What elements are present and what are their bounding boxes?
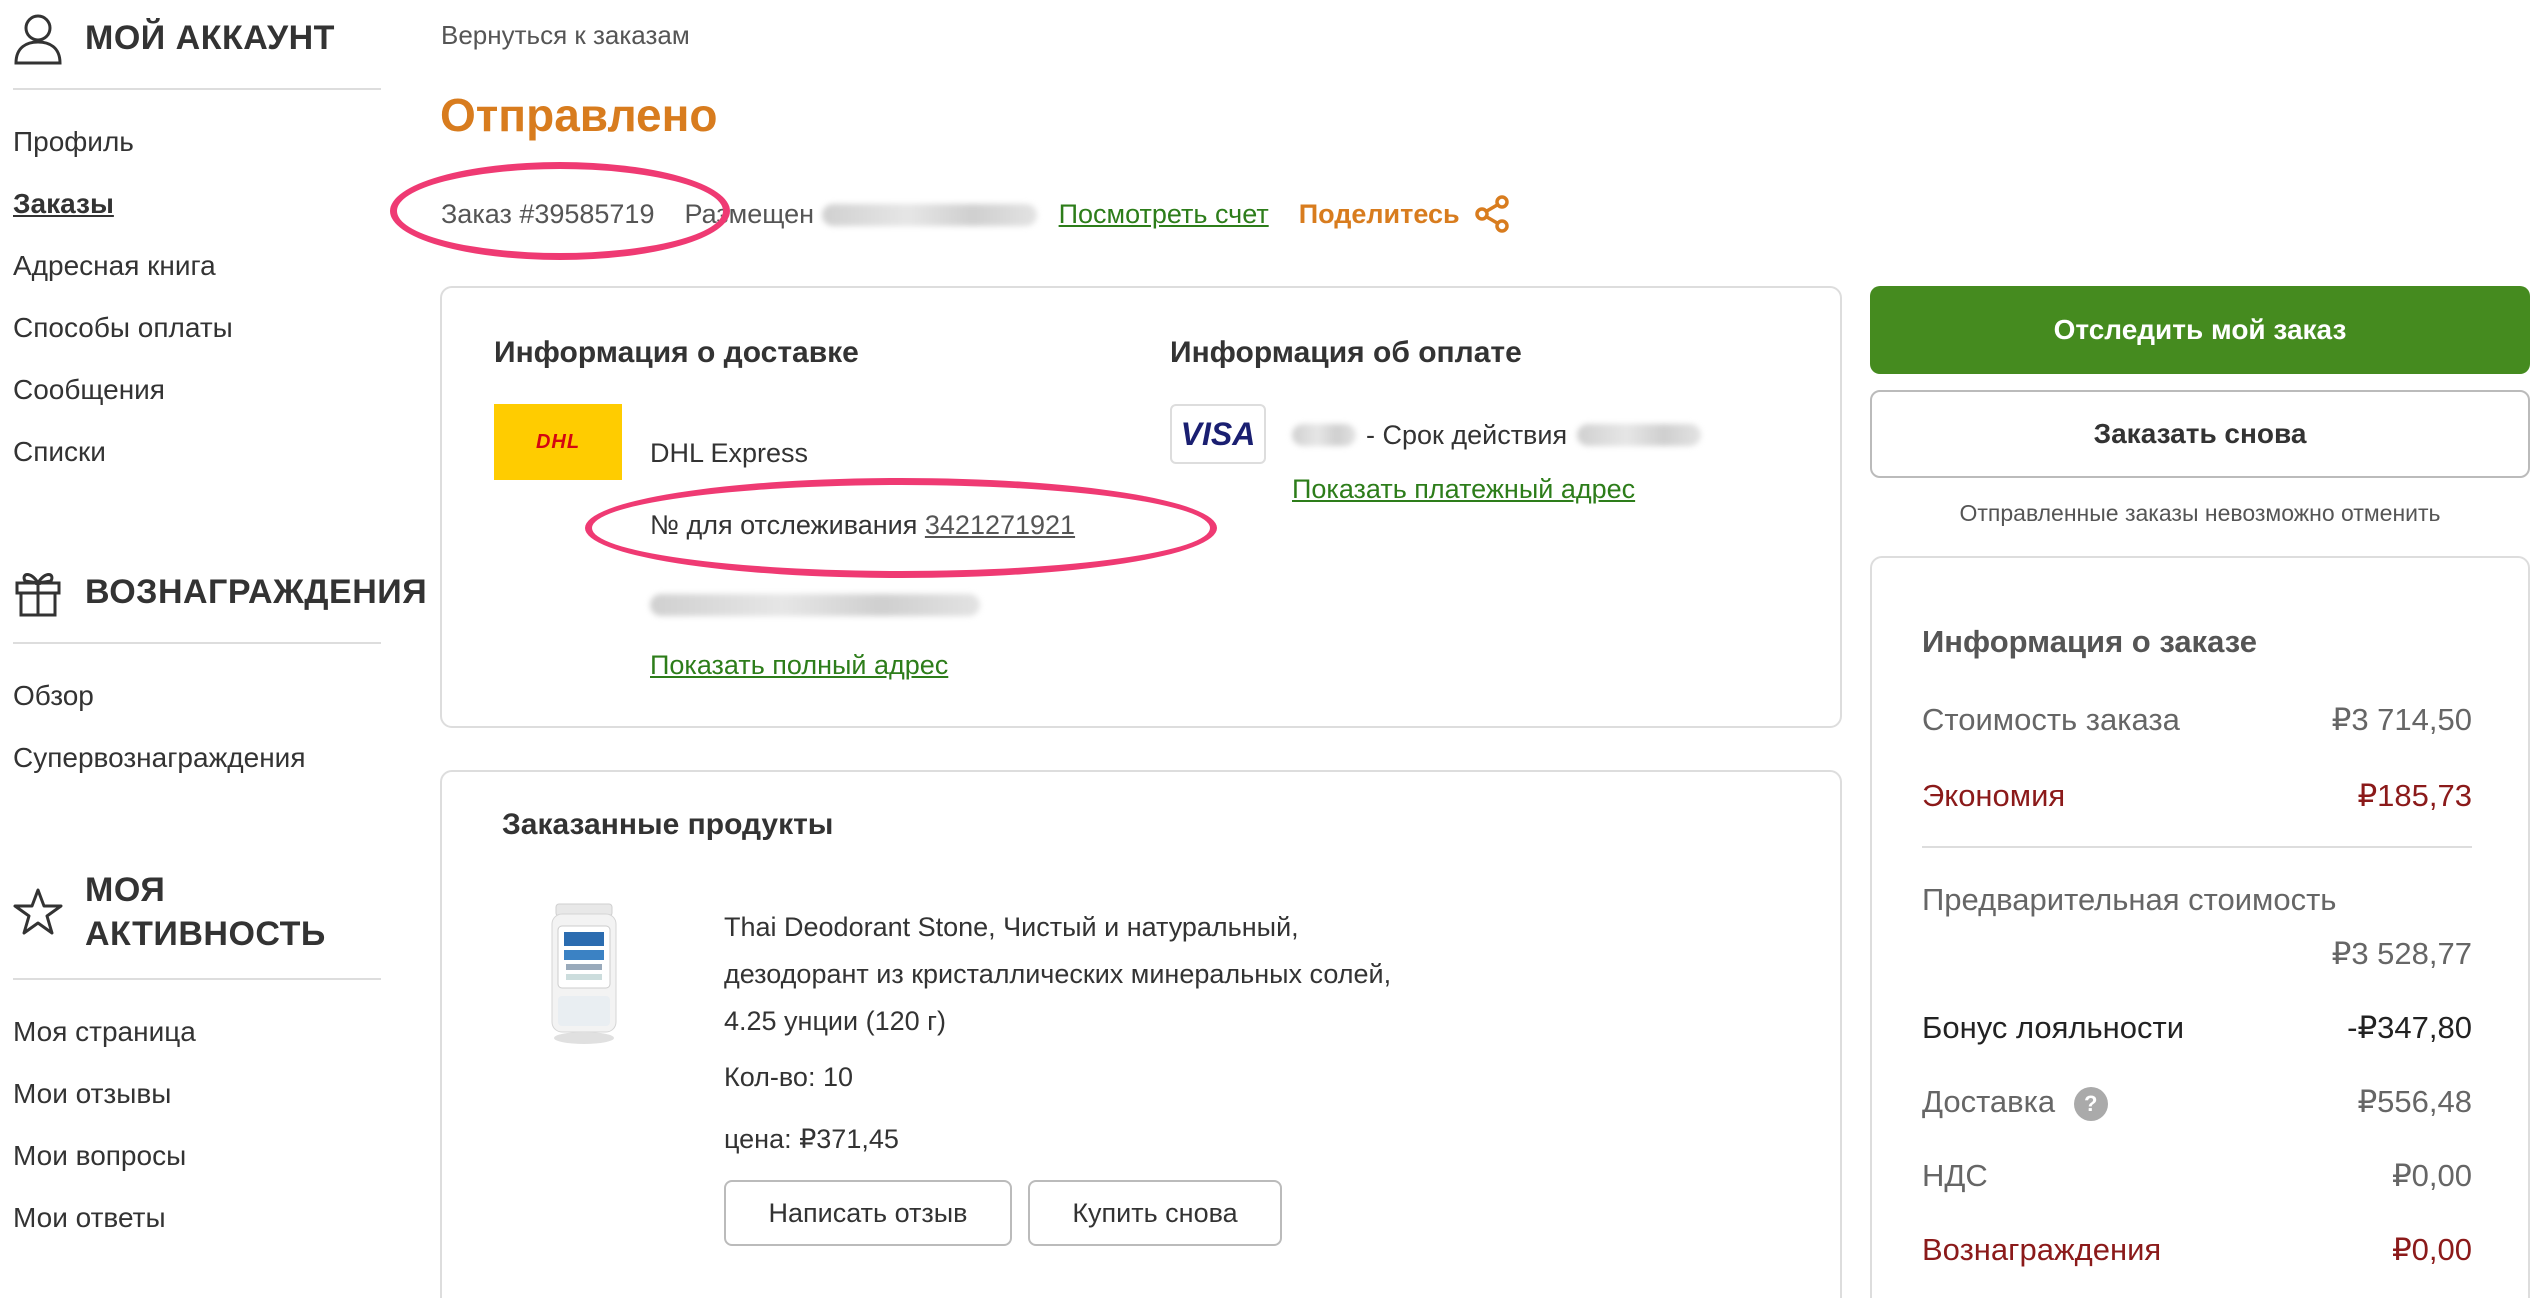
- sidebar-item-my-questions[interactable]: Мои вопросы: [13, 1138, 186, 1174]
- card-expiry: - Срок действия: [1292, 418, 1702, 452]
- dhl-logo-text: DHL: [535, 430, 581, 453]
- product-name-line1: Thai Deodorant Stone, Чистый и натуральн…: [724, 912, 1299, 942]
- product-quantity: Кол-во: 10: [724, 1062, 853, 1092]
- back-to-orders-link[interactable]: Вернуться к заказам: [441, 18, 690, 52]
- summary-divider: [1922, 846, 2472, 848]
- cancel-note: Отправленные заказы невозможно отменить: [1959, 500, 2441, 526]
- loyalty-value: -₽347,80: [2347, 1010, 2472, 1045]
- rewards-label: Вознаграждения: [1922, 1232, 2162, 1267]
- user-icon: [13, 10, 65, 66]
- redacted-expiry: [1577, 424, 1702, 446]
- vat-value: ₽0,00: [2391, 1158, 2472, 1193]
- sidebar-item-my-answers[interactable]: Мои ответы: [13, 1200, 166, 1236]
- ordered-products-title: Заказанные продукты: [502, 808, 834, 841]
- placed-date: Размещен: [684, 199, 1037, 230]
- reorder-button[interactable]: Заказать снова: [1870, 390, 2530, 478]
- account-section-header: МОЙ АККАУНТ: [13, 10, 335, 66]
- sidebar-item-my-reviews[interactable]: Мои отзывы: [13, 1076, 171, 1112]
- order-cost-value: ₽3 714,50: [2331, 702, 2472, 737]
- expiry-label: - Срок действия: [1366, 420, 1568, 450]
- product-price: цена: ₽371,45: [724, 1124, 899, 1154]
- track-order-button[interactable]: Отследить мой заказ: [1870, 286, 2530, 374]
- divider: [13, 978, 381, 980]
- tracking-number-highlight: [585, 478, 1217, 578]
- rewards-section-header: ВОЗНАГРАЖДЕНИЯ: [13, 564, 427, 620]
- buy-again-button[interactable]: Купить снова: [1028, 1180, 1282, 1246]
- savings-label: Экономия: [1922, 778, 2066, 813]
- sidebar-item-overview[interactable]: Обзор: [13, 678, 94, 714]
- subtotal-label: Предварительная стоимость: [1922, 882, 2337, 917]
- dhl-logo: DHL: [494, 404, 622, 480]
- rewards-section-title: ВОЗНАГРАЖДЕНИЯ: [85, 573, 428, 611]
- share-icon: [1474, 195, 1509, 233]
- order-status-title: Отправлено: [440, 89, 718, 141]
- summary-row-savings: Экономия ₽185,73: [1922, 776, 2472, 816]
- payment-info-title: Информация об оплате: [1170, 336, 1522, 369]
- divider: [13, 642, 381, 644]
- delivery-info-title: Информация о доставке: [494, 336, 859, 369]
- savings-value: ₽185,73: [2357, 778, 2472, 813]
- write-review-button[interactable]: Написать отзыв: [724, 1180, 1012, 1246]
- redacted-address: [650, 594, 980, 616]
- show-billing-address-link[interactable]: Показать платежный адрес: [1292, 472, 1635, 506]
- show-full-address-link[interactable]: Показать полный адрес: [650, 648, 948, 682]
- sidebar-item-messages[interactable]: Сообщения: [13, 372, 165, 408]
- sidebar-item-my-page[interactable]: Моя страница: [13, 1014, 196, 1050]
- order-summary-title: Информация о заказе: [1922, 624, 2257, 659]
- redacted-card-number: [1292, 424, 1356, 446]
- activity-section-title: МОЯ АКТИВНОСТЬ: [85, 868, 326, 956]
- activity-section-header: МОЯ АКТИВНОСТЬ: [13, 868, 326, 956]
- summary-row-order-cost: Стоимость заказа ₽3 714,50: [1922, 700, 2472, 740]
- order-cost-label: Стоимость заказа: [1922, 702, 2180, 737]
- summary-row-loyalty: Бонус лояльности -₽347,80: [1922, 1008, 2472, 1048]
- share-button[interactable]: Поделитесь: [1299, 195, 1510, 233]
- divider: [13, 88, 381, 90]
- visa-logo-text: VISA: [1180, 415, 1256, 452]
- product-image[interactable]: [536, 898, 632, 1048]
- sidebar-item-orders[interactable]: Заказы: [13, 186, 114, 222]
- redacted-date: [821, 204, 1037, 227]
- product-name-line2: дезодорант из кристаллических минеральны…: [724, 959, 1392, 989]
- gift-icon: [13, 564, 65, 620]
- view-invoice-link[interactable]: Посмотреть счет: [1059, 199, 1269, 230]
- help-icon[interactable]: ?: [2073, 1086, 2108, 1121]
- order-number-highlight: [390, 162, 730, 260]
- sidebar-item-super-rewards[interactable]: Супервознаграждения: [13, 740, 305, 776]
- carrier-name: DHL Express: [650, 438, 809, 468]
- summary-row-vat: НДС ₽0,00: [1922, 1156, 2472, 1196]
- account-section-title: МОЙ АККАУНТ: [85, 19, 335, 57]
- shipping-value: ₽556,48: [2357, 1084, 2472, 1119]
- product-name-line3: 4.25 унции (120 г): [724, 1006, 946, 1036]
- shipping-label: Доставка: [1922, 1084, 2056, 1119]
- sidebar-item-payment-methods[interactable]: Способы оплаты: [13, 310, 233, 346]
- vat-label: НДС: [1922, 1158, 1988, 1193]
- loyalty-label: Бонус лояльности: [1922, 1010, 2185, 1045]
- star-icon: [13, 884, 65, 940]
- share-label: Поделитесь: [1298, 198, 1460, 229]
- activity-title-line1: МОЯ: [85, 871, 166, 909]
- sidebar-item-address-book[interactable]: Адресная книга: [13, 248, 216, 284]
- summary-row-rewards: Вознаграждения ₽0,00: [1922, 1230, 2472, 1270]
- subtotal-value: ₽3 528,77: [2331, 936, 2472, 971]
- shipping-label-group: Доставка ?: [1922, 1082, 2108, 1122]
- rewards-value: ₽0,00: [2391, 1232, 2472, 1267]
- sidebar-item-profile[interactable]: Профиль: [13, 124, 134, 160]
- visa-logo: VISA: [1170, 404, 1266, 464]
- sidebar-item-lists[interactable]: Списки: [13, 434, 106, 470]
- activity-title-line2: АКТИВНОСТЬ: [85, 915, 326, 953]
- product-name[interactable]: Thai Deodorant Stone, Чистый и натуральн…: [724, 904, 1484, 1045]
- account-sidebar: МОЙ АККАУНТ Профиль Заказы Адресная книг…: [0, 0, 427, 1298]
- summary-row-shipping: Доставка ? ₽556,48: [1922, 1082, 2472, 1122]
